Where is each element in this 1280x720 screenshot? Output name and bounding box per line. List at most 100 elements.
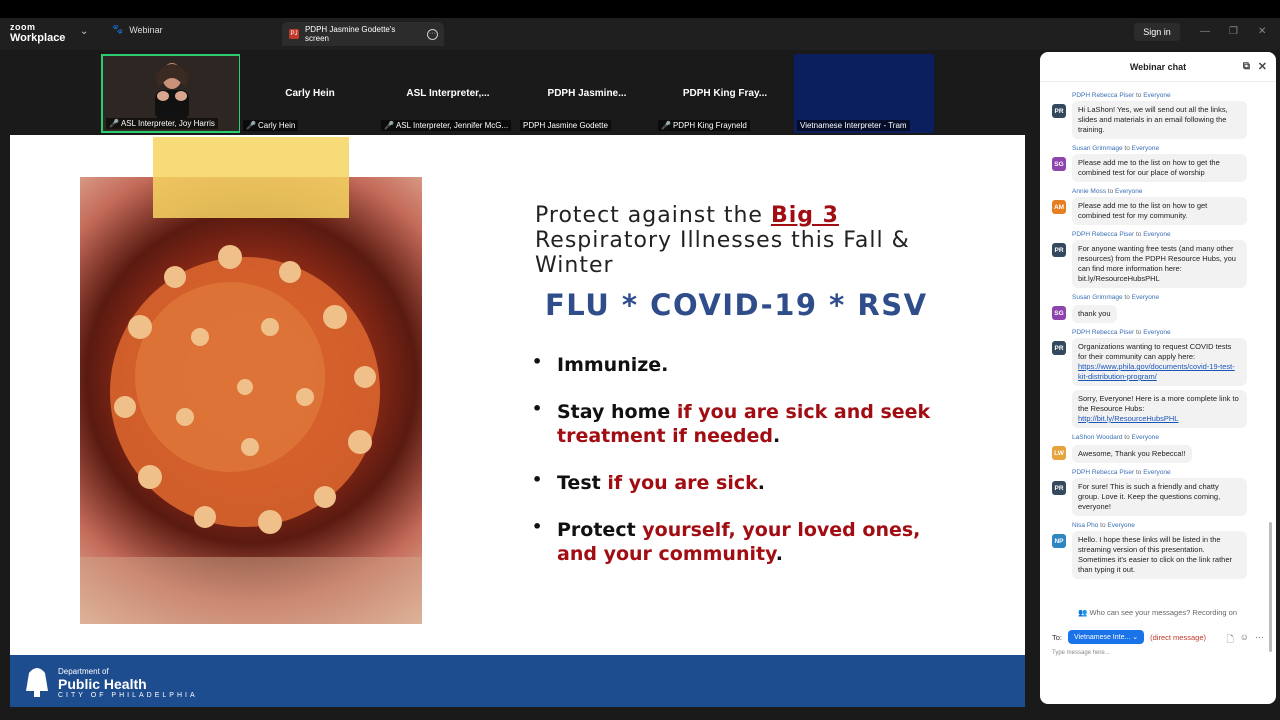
department-logo-text: Department of Public Health CITY OF PHIL… (58, 667, 198, 699)
popout-icon[interactable]: ⧉ (1243, 61, 1250, 72)
participant-label: 🎤 ASL Interpreter, Joy Harris (106, 118, 218, 129)
message-bubble: For sure! This is such a friendly and ch… (1072, 478, 1247, 516)
recipient-select[interactable]: Vietnamese Inte... ⌄ (1068, 630, 1145, 644)
virus-illustration (80, 245, 422, 624)
message-sender: PDPH Rebecca Piser to Everyone (1072, 92, 1171, 99)
shared-slide: Protect against the Big 3 Respiratory Il… (10, 135, 1025, 655)
mic-muted-icon: 🎤 (661, 121, 671, 130)
chevron-down-icon: ⌄ (1132, 634, 1139, 641)
message-sender: PDPH Rebecca Piser to Everyone (1072, 231, 1171, 238)
file-icon[interactable]: 🗋 (1227, 632, 1234, 648)
participant-label: 🎤 PDPH King Frayneld (658, 120, 750, 131)
message-bubble: For anyone wanting free tests (and many … (1072, 240, 1247, 288)
message-sender: Susan Grimmage to Everyone (1072, 145, 1160, 152)
who-can-see-notice[interactable]: 👥 Who can see your messages? Recording o… (1078, 608, 1237, 617)
bullet-item: Immunize. (532, 350, 952, 377)
to-label: To: (1052, 632, 1063, 642)
participant-tile[interactable]: 🎤 ASL Interpreter, Joy Harris (101, 54, 241, 133)
participant-label: Vietnamese Interpreter - Tram (797, 120, 910, 131)
participant-name: Carly Hein (285, 88, 335, 99)
message-bubble: Please add me to the list on how to get … (1072, 154, 1247, 182)
screen-share-tab[interactable]: PJ PDPH Jasmine Godette's screen ··· (282, 22, 444, 46)
title-suffix: Respiratory Illnesses this Fall & Winter (535, 228, 910, 278)
paw-icon: 🐾 (112, 24, 124, 34)
slide-title: Protect against the Big 3 Respiratory Il… (535, 203, 955, 278)
participant-name: PDPH Jasmine... (547, 88, 627, 99)
emoji-icon[interactable]: ☺ (1240, 632, 1249, 648)
more-options-icon[interactable]: ··· (427, 28, 438, 40)
dept-line1: Department of (58, 667, 109, 676)
mic-muted-icon: 🎤 (109, 119, 119, 128)
bullet-list: Immunize. Stay home if you are sick and … (532, 350, 952, 589)
message-sender: PDPH Rebecca Piser to Everyone (1072, 329, 1171, 336)
chat-message: Susan Grimmage to Everyone SG thank you (1040, 294, 1268, 323)
message-bubble: Hi LaShon! Yes, we will send out all the… (1072, 101, 1247, 139)
chat-scrollbar[interactable] (1269, 522, 1272, 652)
webinar-tab[interactable]: 🐾 Webinar (112, 24, 163, 35)
screen-tab-badge: PJ (289, 29, 299, 39)
participant-tile[interactable]: Carly Hein 🎤 Carly Hein (240, 54, 380, 133)
participant-name: ASL Interpreter,... (406, 88, 490, 99)
title-prefix: Protect against the (535, 203, 771, 228)
message-sender: LaShon Woodard to Everyone (1072, 434, 1159, 441)
avatar: NP (1052, 534, 1066, 548)
chat-message: PDPH Rebecca Piser to Everyone PR Organi… (1040, 329, 1268, 428)
participant-label: PDPH Jasmine Godette (520, 120, 611, 131)
chat-message: LaShon Woodard to Everyone LW Awesome, T… (1040, 434, 1268, 463)
participant-label: 🎤 ASL Interpreter, Jennifer McG... (381, 120, 512, 131)
message-sender: PDPH Rebecca Piser to Everyone (1072, 469, 1171, 476)
participant-name: PDPH King Fray... (682, 88, 768, 99)
webinar-tab-label: Webinar (129, 24, 163, 35)
bullet-item: Test if you are sick. (532, 468, 952, 495)
message-bubble: Please add me to the list on how to get … (1072, 197, 1247, 225)
interpreter-video (155, 63, 189, 118)
brand-bottom: Workplace (10, 32, 66, 44)
message-input[interactable]: Type message here... (1052, 650, 1110, 656)
resource-hubs-link[interactable]: http://bit.ly/ResourceHubsPHL (1078, 414, 1178, 423)
minimize-icon[interactable]: — (1200, 26, 1210, 37)
chat-message: PDPH Rebecca Piser to Everyone PR For su… (1040, 469, 1268, 516)
participant-tile[interactable]: ASL Interpreter,... 🎤 ASL Interpreter, Je… (378, 54, 518, 133)
slide-subtitle: FLU * COVID-19 * RSV (545, 288, 928, 322)
title-big3: Big 3 (770, 203, 839, 228)
yellow-accent-block (153, 137, 349, 218)
sign-in-button[interactable]: Sign in (1134, 23, 1180, 41)
chat-message-list[interactable]: PDPH Rebecca Piser to Everyone PR Hi LaS… (1040, 92, 1268, 612)
maximize-icon[interactable]: ❐ (1229, 26, 1238, 37)
participant-tile[interactable]: PDPH Jasmine... PDPH Jasmine Godette (517, 54, 657, 133)
chat-message: Annie Moss to Everyone AM Please add me … (1040, 188, 1268, 225)
chat-message: PDPH Rebecca Piser to Everyone PR For an… (1040, 231, 1268, 288)
bullet-item: Stay home if you are sick and seek treat… (532, 397, 952, 448)
liberty-bell-logo (26, 668, 48, 697)
avatar: PR (1052, 481, 1066, 495)
message-bubble: thank you (1072, 305, 1117, 323)
close-icon[interactable]: ✕ (1258, 60, 1267, 73)
covid-test-link[interactable]: https://www.phila.gov/documents/covid-19… (1078, 362, 1235, 381)
message-bubble: Awesome, Thank you Rebecca!! (1072, 445, 1192, 463)
avatar: LW (1052, 446, 1066, 460)
close-window-icon[interactable]: ✕ (1258, 26, 1266, 37)
message-bubble: Organizations wanting to request COVID t… (1072, 338, 1247, 386)
virus-image (80, 177, 422, 624)
participant-tile[interactable]: Vietnamese Interpreter - Tram (794, 54, 934, 133)
message-sender: Susan Grimmage to Everyone (1072, 294, 1160, 301)
zoom-logo: zoom Workplace (10, 22, 65, 44)
message-bubble: Hello. I hope these links will be listed… (1072, 531, 1247, 579)
participant-tile[interactable]: PDPH King Fray... 🎤 PDPH King Frayneld (655, 54, 795, 133)
chevron-down-icon[interactable]: ⌄ (80, 26, 88, 37)
chat-message: PDPH Rebecca Piser to Everyone PR Hi LaS… (1040, 92, 1268, 139)
participant-gallery: 🎤 ASL Interpreter, Joy Harris Carly Hein … (0, 50, 1035, 135)
avatar: PR (1052, 243, 1066, 257)
more-icon[interactable]: ··· (1255, 632, 1264, 648)
mic-muted-icon: 🎤 (246, 121, 256, 130)
message-sender: Annie Moss to Everyone (1072, 188, 1143, 195)
message-sender: Nisa Pho to Everyone (1072, 522, 1135, 529)
bullet-item: Protect yourself, your loved ones, and y… (532, 515, 952, 566)
chat-tools: 🗋 ☺ ··· (1227, 632, 1264, 648)
chat-message: Nisa Pho to Everyone NP Hello. I hope th… (1040, 522, 1268, 579)
recipient-row: To: Vietnamese Inte... ⌄ (direct message… (1052, 630, 1206, 644)
avatar: PR (1052, 104, 1066, 118)
message-bubble: Sorry, Everyone! Here is a more complete… (1072, 390, 1247, 428)
mic-muted-icon: 🎤 (384, 121, 394, 130)
direct-message-label: (direct message) (1150, 632, 1206, 642)
